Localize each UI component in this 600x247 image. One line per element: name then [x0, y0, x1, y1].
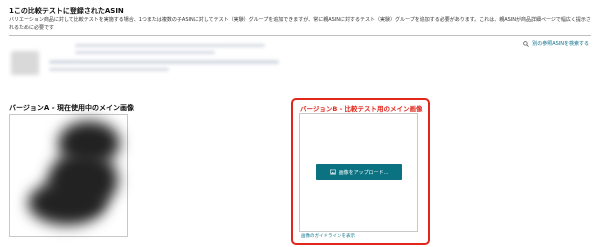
section-description: バリエーション商品に対して比較テストを実施する場合、1つまたは複数の子ASINに…: [9, 17, 591, 31]
asin-subtitle-placeholder: [75, 51, 215, 54]
asin-meta-placeholder-2: [49, 68, 169, 71]
version-a-heading: バージョンA - 現在使用中のメイン画像: [9, 104, 135, 112]
image-shape-3: [28, 181, 106, 225]
image-guideline-link[interactable]: 画像のガイドラインを表示: [301, 233, 355, 239]
asin-title-placeholder: [75, 44, 265, 47]
version-a-image: [9, 114, 128, 237]
asin-meta-placeholder: [49, 60, 279, 64]
asin-card: [9, 40, 307, 77]
divider: [9, 35, 591, 36]
asin-thumbnail: [11, 51, 39, 75]
upload-image-button[interactable]: 画像をアップロード...: [316, 164, 402, 180]
version-b-heading: バージョンB - 比較テスト用のメイン画像: [300, 105, 423, 113]
section-title: 1この比較テストに登録されたASIN: [9, 7, 124, 15]
search-link-label: 別の参照ASINを検索する: [532, 41, 589, 47]
upload-button-label: 画像をアップロード...: [338, 169, 389, 176]
search-other-asin-link[interactable]: 別の参照ASINを検索する: [523, 40, 589, 47]
image-icon: [329, 169, 336, 175]
search-icon: [523, 40, 529, 47]
